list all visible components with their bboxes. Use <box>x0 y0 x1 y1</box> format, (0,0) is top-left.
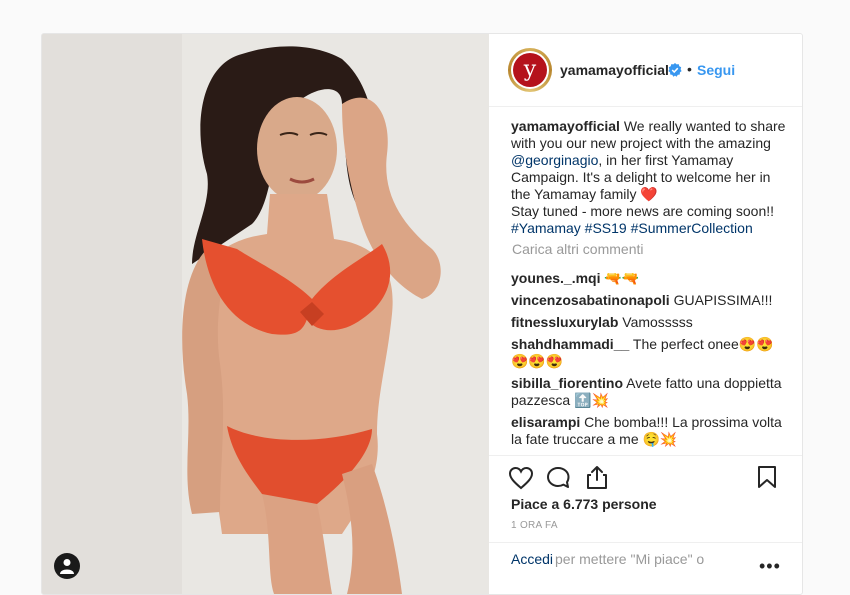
user-tag-icon[interactable] <box>54 553 80 579</box>
post-card: y yamamayofficial • Segui yamamayofficia… <box>41 33 803 595</box>
avatar[interactable]: y <box>508 48 552 92</box>
model-photo-illustration <box>42 34 489 594</box>
comment-username[interactable]: sibilla_fiorentino <box>511 375 623 391</box>
heart-icon[interactable] <box>508 466 534 490</box>
user-icon <box>60 559 74 574</box>
post-sidebar: y yamamayofficial • Segui yamamayofficia… <box>489 34 802 594</box>
caption-hashtags[interactable]: #Yamamay #SS19 #SummerCollection <box>511 220 753 236</box>
share-icon[interactable] <box>585 465 609 490</box>
follow-button[interactable]: Segui <box>697 62 735 78</box>
post-caption: yamamayofficial We really wanted to shar… <box>511 118 789 237</box>
login-link[interactable]: Accedi <box>511 551 553 567</box>
likes-count[interactable]: Piace a 6.773 persone <box>511 496 657 512</box>
login-prompt-text: per mettere "Mi piace" o <box>555 551 705 567</box>
caption-mention[interactable]: @georginagio <box>511 152 598 168</box>
comment-username[interactable]: younes._.mqi <box>511 270 600 286</box>
comment-text: GUAPISSIMA!!! <box>669 292 773 308</box>
comment-item: fitnessluxurylab Vamosssss <box>511 314 789 331</box>
comment-username[interactable]: elisarampi <box>511 414 580 430</box>
more-options-icon[interactable]: ••• <box>759 556 781 577</box>
avatar-logo: y <box>513 53 547 87</box>
separator-dot: • <box>687 61 692 77</box>
post-timestamp: 1 ORA FA <box>511 520 558 531</box>
header-username[interactable]: yamamayofficial <box>560 62 669 78</box>
post-photo[interactable] <box>42 34 489 594</box>
load-more-comments-button[interactable]: Carica altri commenti <box>512 241 789 258</box>
comment-username[interactable]: fitnessluxurylab <box>511 314 618 330</box>
verified-badge-icon <box>668 63 682 77</box>
post-header: y yamamayofficial • Segui <box>489 34 802 107</box>
comment-text: 🔫🔫 <box>600 270 640 286</box>
comment-text: Vamosssss <box>618 314 693 330</box>
comment-item: younes._.mqi 🔫🔫 <box>511 270 789 287</box>
comment-item: shahdhammadi__ The perfect onee😍😍 😍😍😍 <box>511 336 789 370</box>
comment-item: elisarampi Che bomba!!! La prossima volt… <box>511 414 789 448</box>
comment-item: vincenzosabatinonapoli GUAPISSIMA!!! <box>511 292 789 309</box>
action-bar <box>489 455 802 496</box>
comment-username[interactable]: vincenzosabatinonapoli <box>511 292 670 308</box>
caption-username[interactable]: yamamayofficial <box>511 118 620 134</box>
caption-text-3: Stay tuned - more news are coming soon!! <box>511 203 775 219</box>
bookmark-icon[interactable] <box>757 465 777 490</box>
comments-section: yamamayofficial We really wanted to shar… <box>511 118 789 453</box>
comment-username[interactable]: shahdhammadi__ <box>511 336 629 352</box>
comment-icon[interactable] <box>546 466 572 490</box>
comment-item: sibilla_fiorentino Avete fatto una doppi… <box>511 375 789 409</box>
